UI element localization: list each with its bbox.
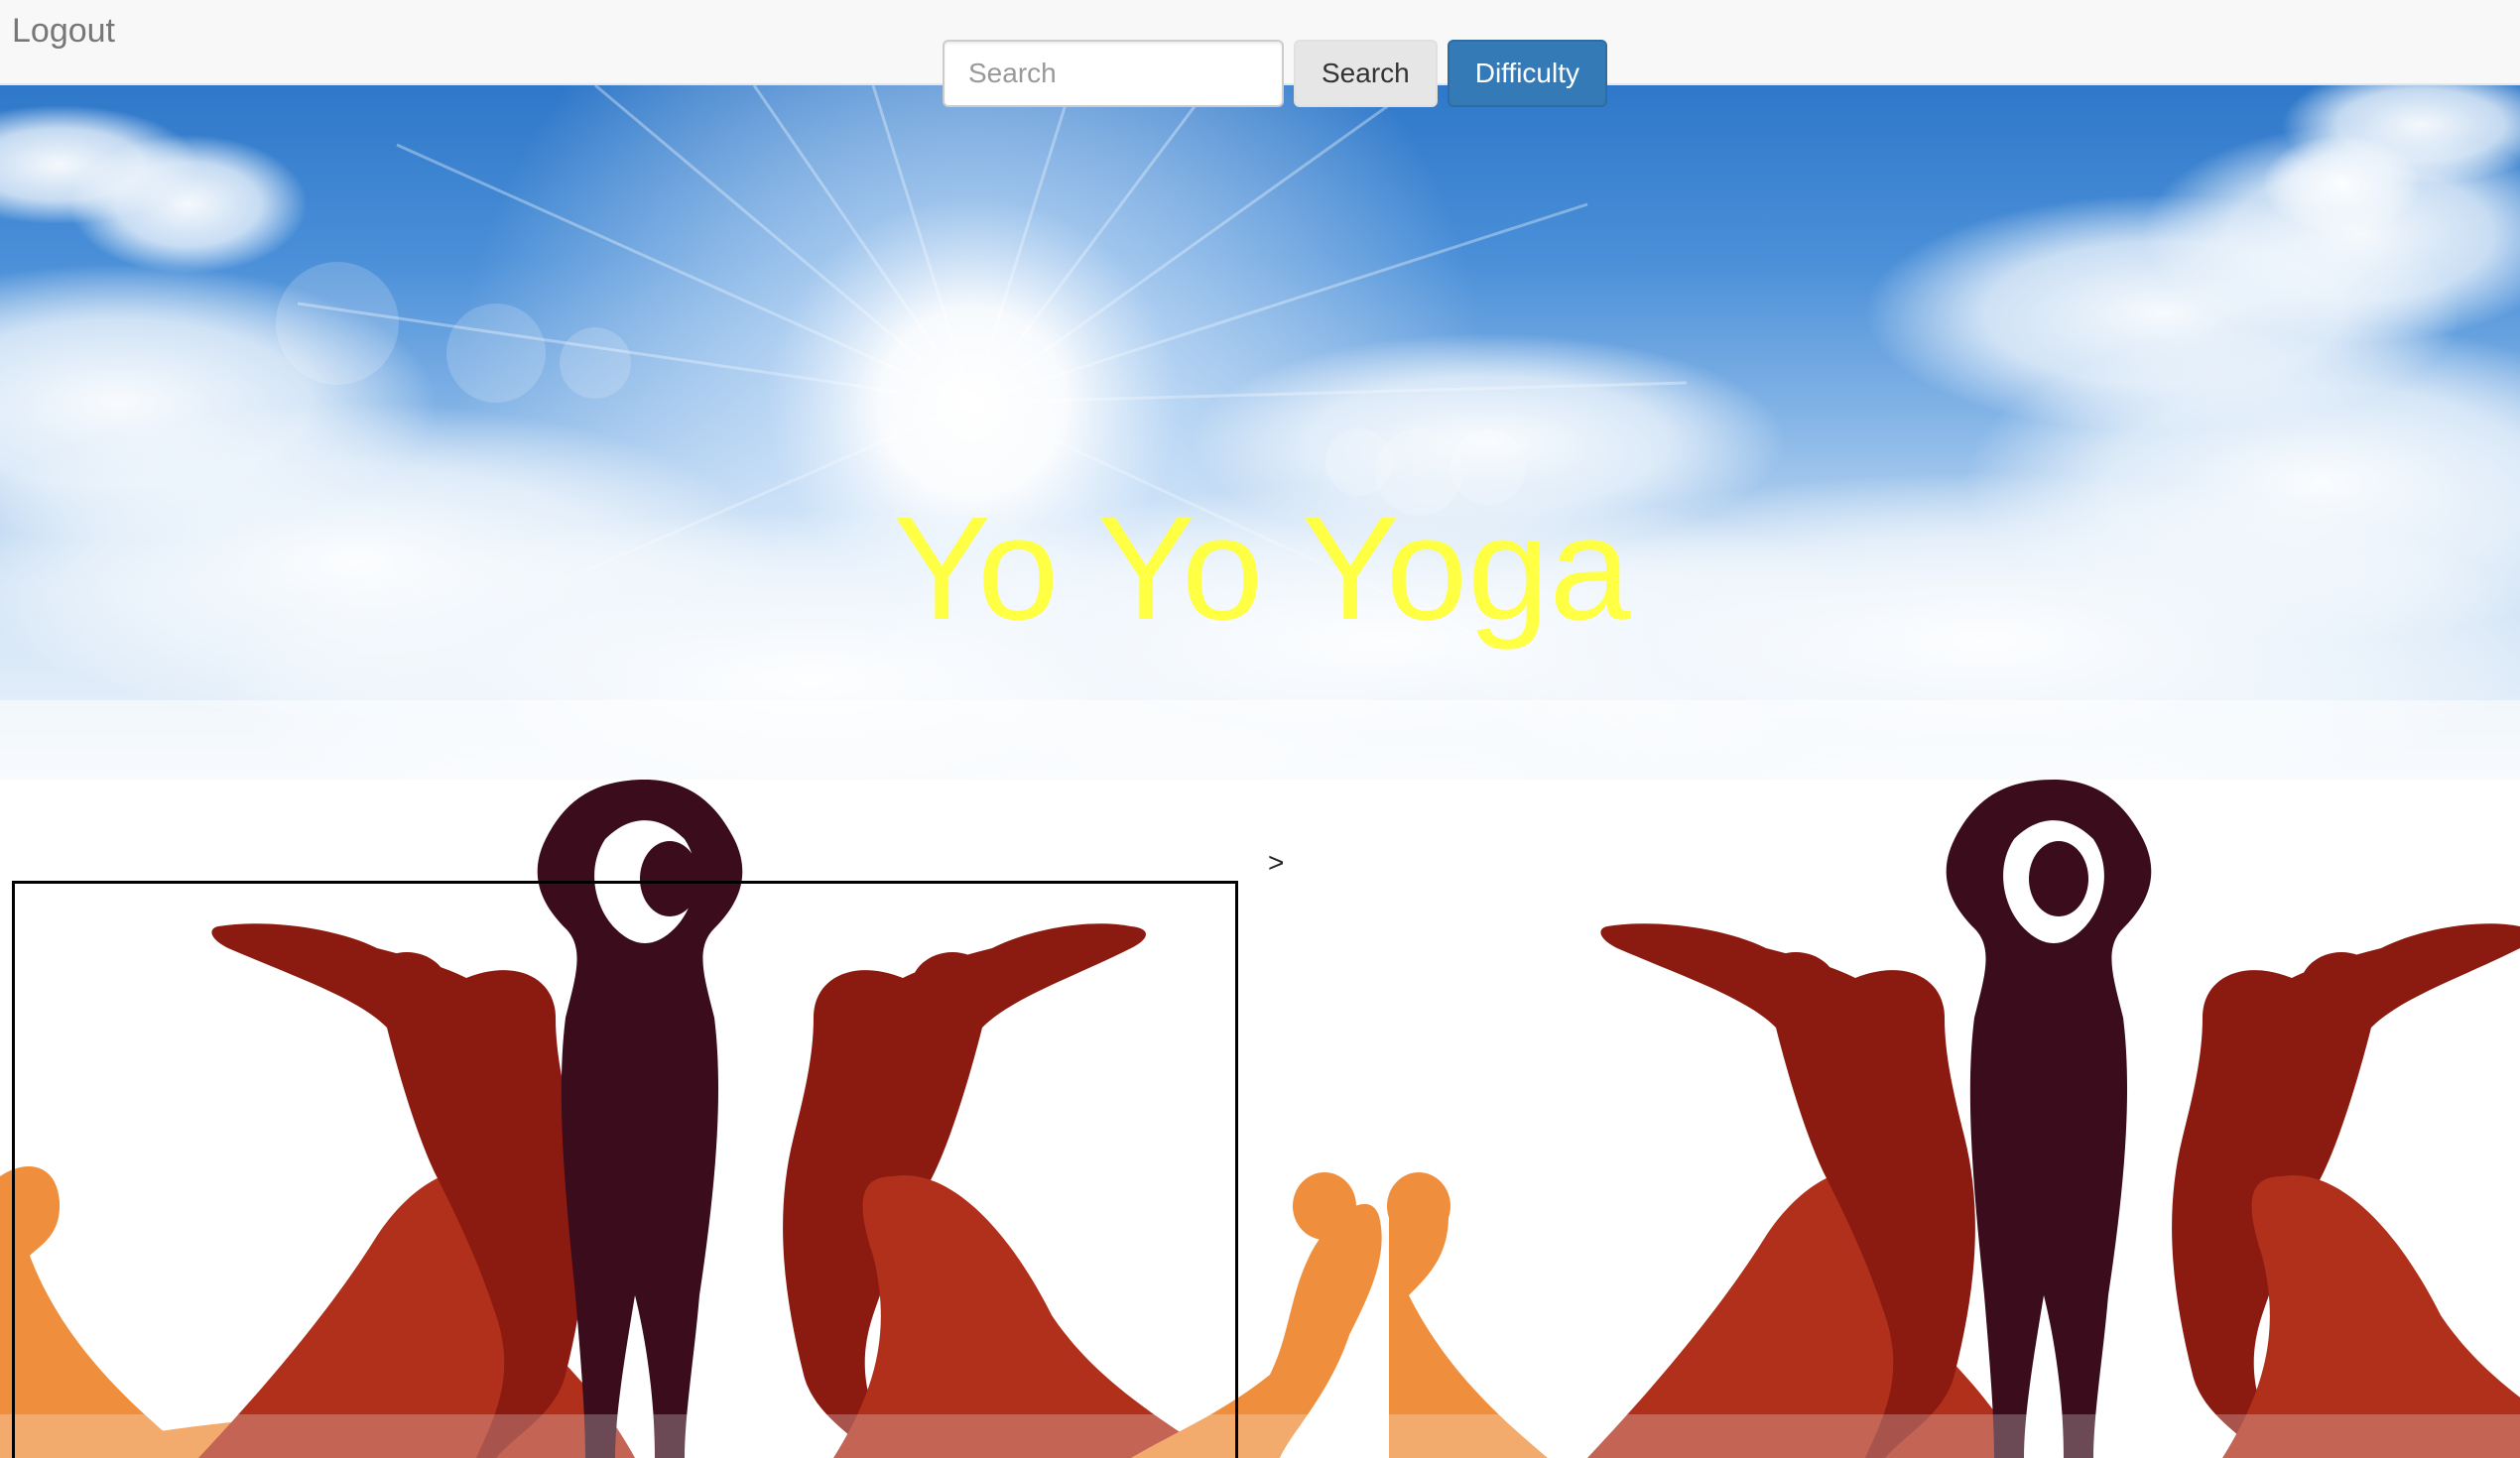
- search-button[interactable]: Search: [1294, 40, 1438, 107]
- pose-gallery: >: [0, 780, 2520, 1458]
- search-input[interactable]: [943, 40, 1284, 107]
- difficulty-button[interactable]: Difficulty: [1447, 40, 1608, 107]
- search-form: Search Difficulty: [943, 40, 1608, 107]
- selected-image-frame[interactable]: [12, 881, 1238, 1458]
- hero-banner: Yo Yo Yoga: [0, 85, 2520, 780]
- yoga-silhouettes-right: [1387, 780, 2520, 1458]
- sky-background-image: [0, 85, 2520, 780]
- next-arrow[interactable]: >: [1268, 847, 1284, 879]
- logout-link[interactable]: Logout: [12, 12, 115, 51]
- hero-title: Yo Yo Yoga: [893, 487, 1631, 651]
